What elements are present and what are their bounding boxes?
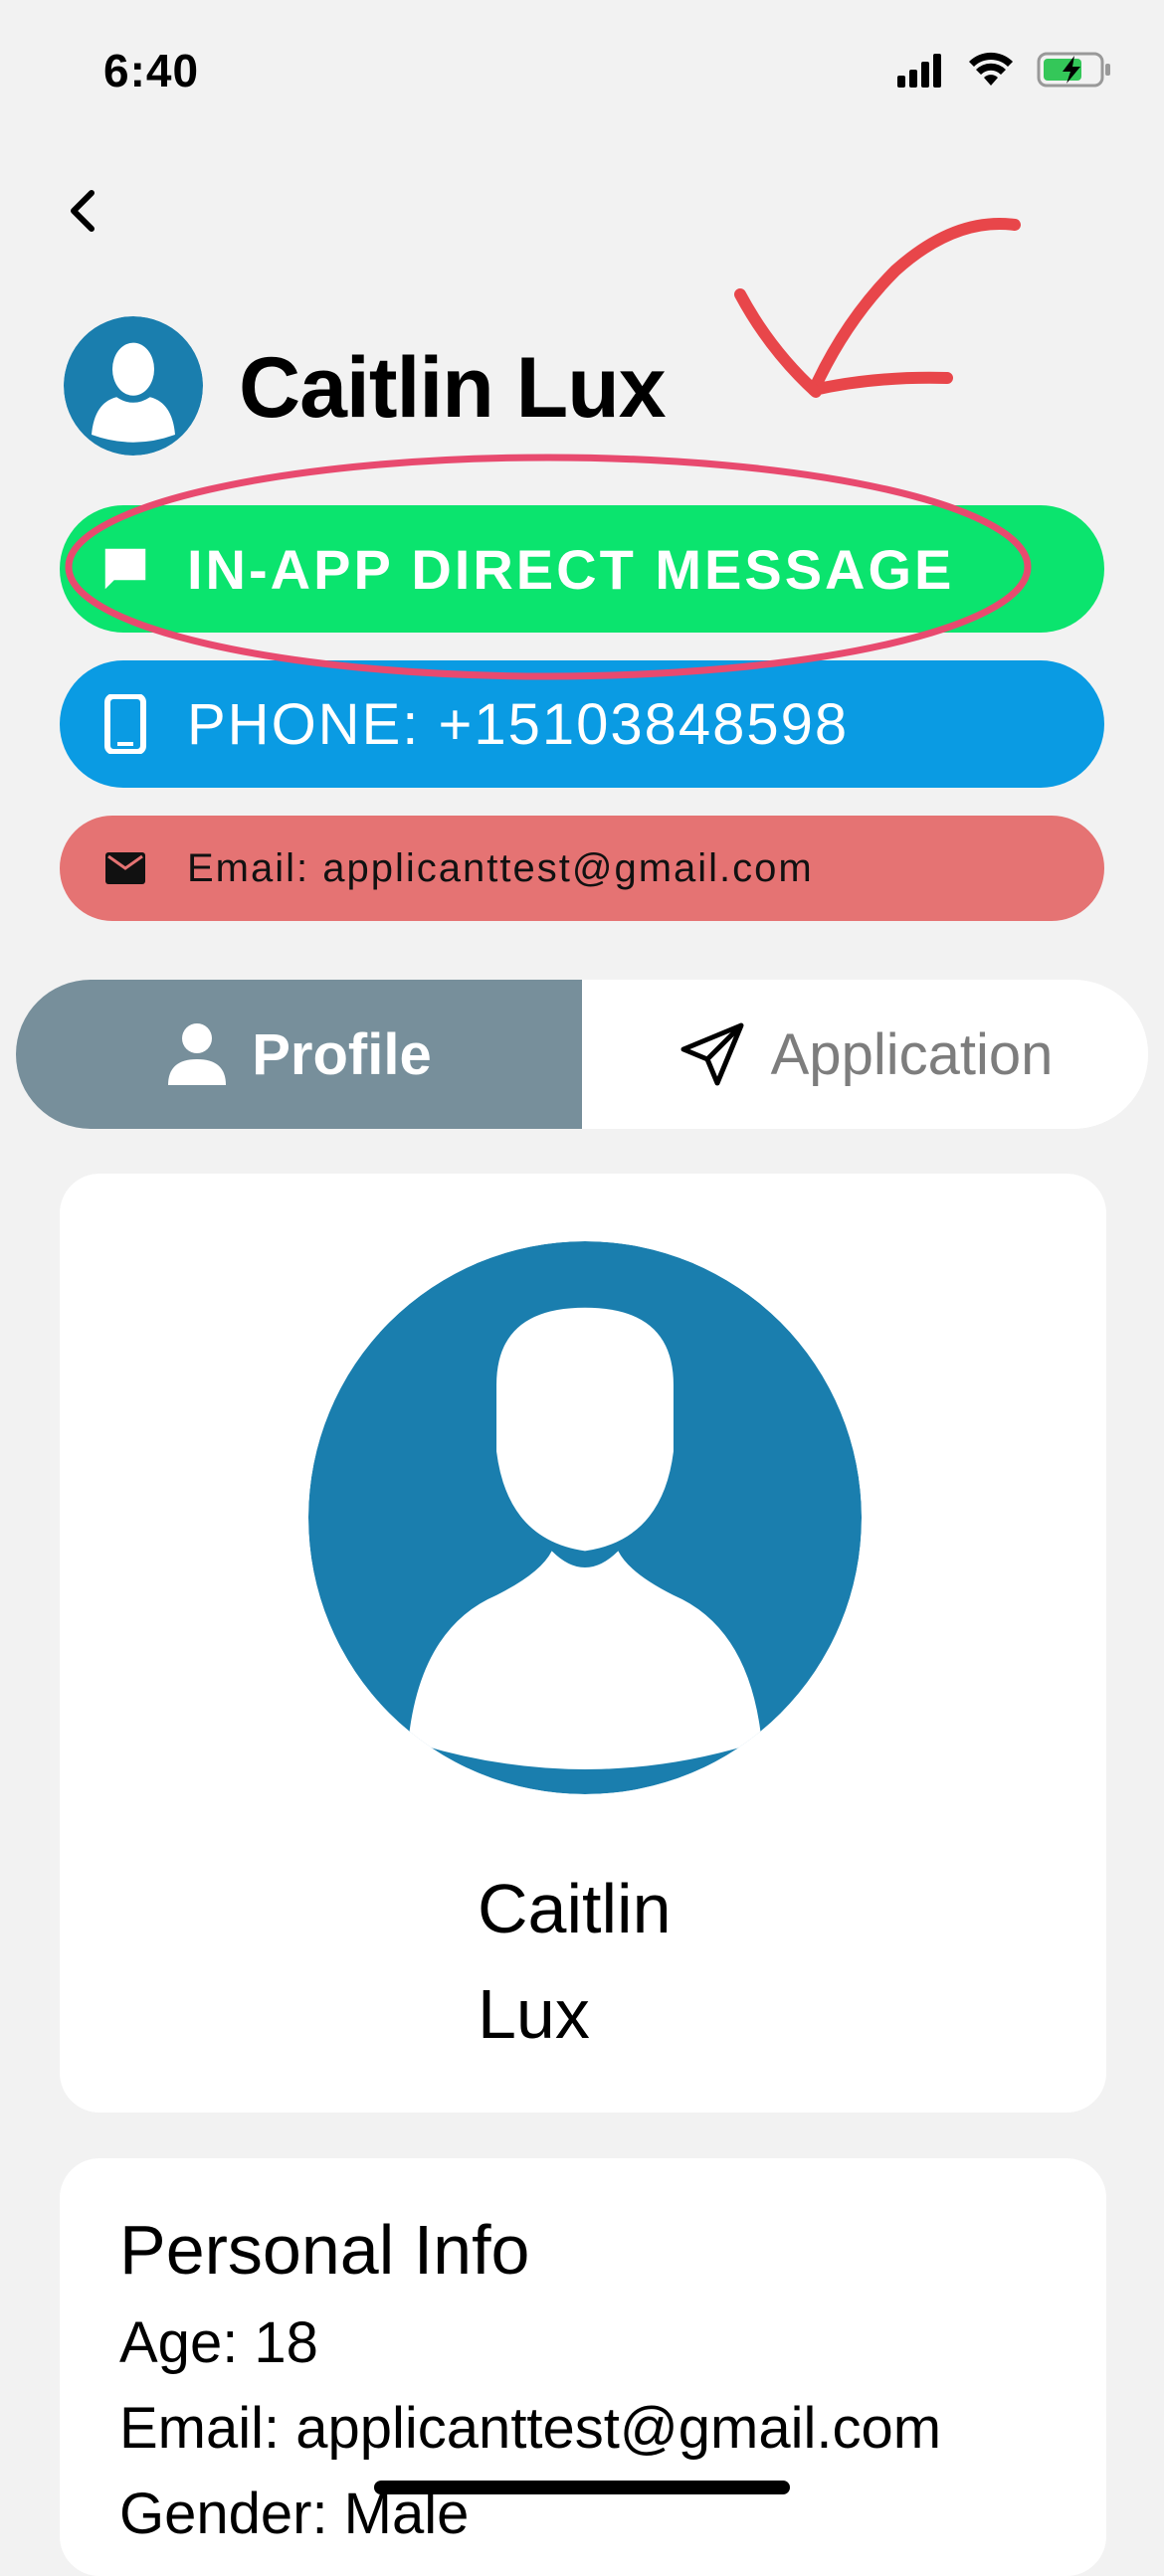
phone-label: PHONE: +15103848598 (187, 691, 850, 757)
direct-message-button[interactable]: IN-APP DIRECT MESSAGE (60, 505, 1104, 633)
personal-info-card: Personal Info Age: 18 Email: applicantte… (60, 2158, 1106, 2576)
phone-icon (96, 694, 155, 754)
chevron-left-icon (71, 190, 95, 232)
info-age: Age: 18 (119, 2310, 318, 2375)
battery-icon (1037, 52, 1110, 88)
header-avatar (64, 316, 203, 456)
tab-profile-label: Profile (252, 1021, 432, 1087)
chat-icon (96, 539, 155, 599)
info-email: Email: applicanttest@gmail.com (119, 2396, 942, 2461)
personal-info-title: Personal Info (119, 2211, 530, 2289)
wifi-icon (969, 52, 1013, 86)
page-title: Caitlin Lux (239, 340, 667, 436)
annotation-arrow (734, 218, 1021, 398)
tab-bar: Profile Application (16, 980, 1148, 1129)
tab-profile[interactable]: Profile (16, 980, 582, 1129)
home-indicator (374, 2481, 790, 2494)
phone-button[interactable]: PHONE: +15103848598 (60, 660, 1104, 788)
profile-avatar (308, 1241, 862, 1794)
profile-card: Caitlin Lux (60, 1174, 1106, 2113)
person-avatar-icon (308, 1241, 862, 1794)
email-label: Email: applicanttest@gmail.com (187, 845, 814, 890)
send-icon (680, 1022, 744, 1086)
person-avatar-icon (64, 316, 203, 456)
person-icon (168, 1023, 227, 1085)
profile-last-name: Lux (478, 1975, 590, 2053)
status-time: 6:40 (103, 45, 200, 96)
mail-icon (96, 838, 155, 898)
tab-application[interactable]: Application (582, 980, 1148, 1129)
profile-first-name: Caitlin (478, 1870, 672, 1947)
back-button[interactable] (52, 179, 115, 243)
email-button[interactable]: Email: applicanttest@gmail.com (60, 816, 1104, 921)
profile-name: Caitlin Lux (478, 1856, 672, 2067)
tab-application-label: Application (770, 1021, 1054, 1087)
signal-icon (897, 54, 941, 88)
status-icons (895, 50, 1112, 90)
direct-message-label: IN-APP DIRECT MESSAGE (187, 537, 955, 601)
